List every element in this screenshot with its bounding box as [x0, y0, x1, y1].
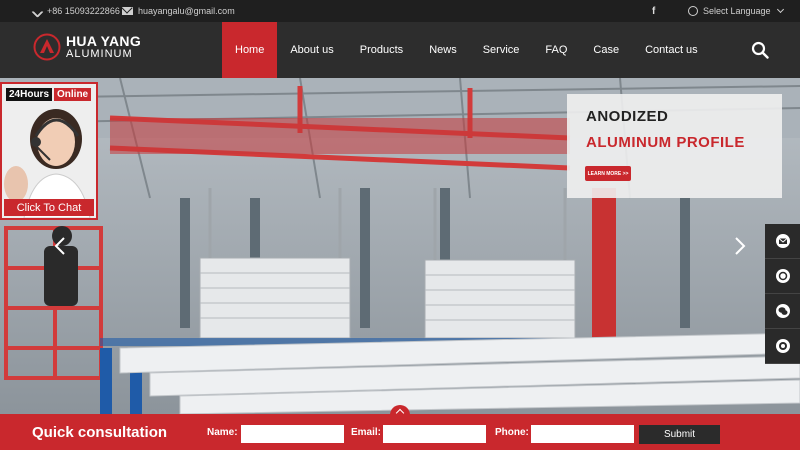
name-input[interactable]	[241, 425, 344, 443]
learn-more-button[interactable]: LEARN MORE >>	[585, 166, 631, 181]
hero-banner: ANODIZED ALUMINUM PROFILE LEARN MORE >>	[0, 78, 800, 414]
support-agent-avatar	[2, 84, 96, 218]
sidebar-phone[interactable]	[765, 259, 800, 294]
mail-icon	[122, 7, 133, 15]
hours-badge: 24Hours	[6, 88, 53, 101]
email-icon	[775, 234, 790, 248]
facebook-icon[interactable]: f	[652, 0, 655, 22]
language-selector[interactable]: Select Language	[688, 0, 784, 22]
logo-line2: ALUMINUM	[66, 47, 133, 60]
click-to-chat-button[interactable]: Click To Chat	[4, 199, 94, 216]
back-to-top-button[interactable]	[390, 405, 410, 419]
topbar-phone[interactable]: +86 15093222866	[31, 0, 120, 22]
logo-mark-icon	[33, 33, 61, 61]
phone-icon	[31, 4, 44, 18]
nav-home[interactable]: Home	[222, 22, 278, 78]
online-badge: Online	[54, 88, 92, 101]
topbar-email[interactable]: huayangalu@gmail.com	[122, 0, 235, 22]
quick-consultation-bar: Quick consultation Name: Email: Phone: S…	[0, 405, 800, 450]
header: HUA YANG ALUMINUM Home About us Products…	[0, 22, 800, 78]
nav-service[interactable]: Service	[470, 22, 533, 78]
phone-input[interactable]	[531, 425, 634, 443]
email-address: huayangalu@gmail.com	[138, 6, 235, 16]
nav-case[interactable]: Case	[580, 22, 632, 78]
phone-number: +86 15093222866	[47, 6, 120, 16]
slider-prev-arrow-icon[interactable]	[52, 236, 68, 256]
slider-next-arrow-icon[interactable]	[732, 236, 748, 256]
name-label: Name:	[207, 426, 238, 438]
promo-box: ANODIZED ALUMINUM PROFILE LEARN MORE >>	[567, 94, 782, 198]
contact-sidebar	[765, 224, 800, 364]
logo-line1: HUA YANG	[66, 32, 142, 49]
language-label: Select Language	[703, 6, 771, 16]
wechat-icon	[775, 304, 790, 318]
page: +86 15093222866 huayangalu@gmail.com f S…	[0, 0, 800, 450]
logo[interactable]: HUA YANG ALUMINUM	[33, 33, 141, 61]
sidebar-wechat[interactable]	[765, 294, 800, 329]
globe-icon	[688, 6, 698, 16]
live-chat-widget[interactable]: 24Hours Online Click To Chat	[0, 82, 98, 220]
nav-faq[interactable]: FAQ	[532, 22, 580, 78]
whatsapp-icon	[775, 339, 790, 353]
nav-contact-us[interactable]: Contact us	[632, 22, 711, 78]
main-nav: Home About us Products News Service FAQ …	[222, 22, 711, 78]
chevron-down-icon	[776, 5, 784, 14]
submit-button[interactable]: Submit	[639, 425, 720, 444]
phone-label: Phone:	[495, 426, 529, 438]
promo-subtitle: ALUMINUM PROFILE	[586, 134, 745, 151]
sidebar-whatsapp[interactable]	[765, 329, 800, 364]
phone-icon	[775, 269, 790, 283]
nav-about-us[interactable]: About us	[277, 22, 346, 78]
consultation-title: Quick consultation	[32, 423, 168, 441]
promo-title: ANODIZED	[586, 108, 669, 125]
search-icon[interactable]	[751, 41, 769, 59]
nav-products[interactable]: Products	[347, 22, 416, 78]
sidebar-email[interactable]	[765, 224, 800, 259]
top-bar: +86 15093222866 huayangalu@gmail.com f S…	[0, 0, 800, 22]
nav-news[interactable]: News	[416, 22, 470, 78]
email-label: Email:	[351, 426, 382, 438]
email-input[interactable]	[383, 425, 486, 443]
